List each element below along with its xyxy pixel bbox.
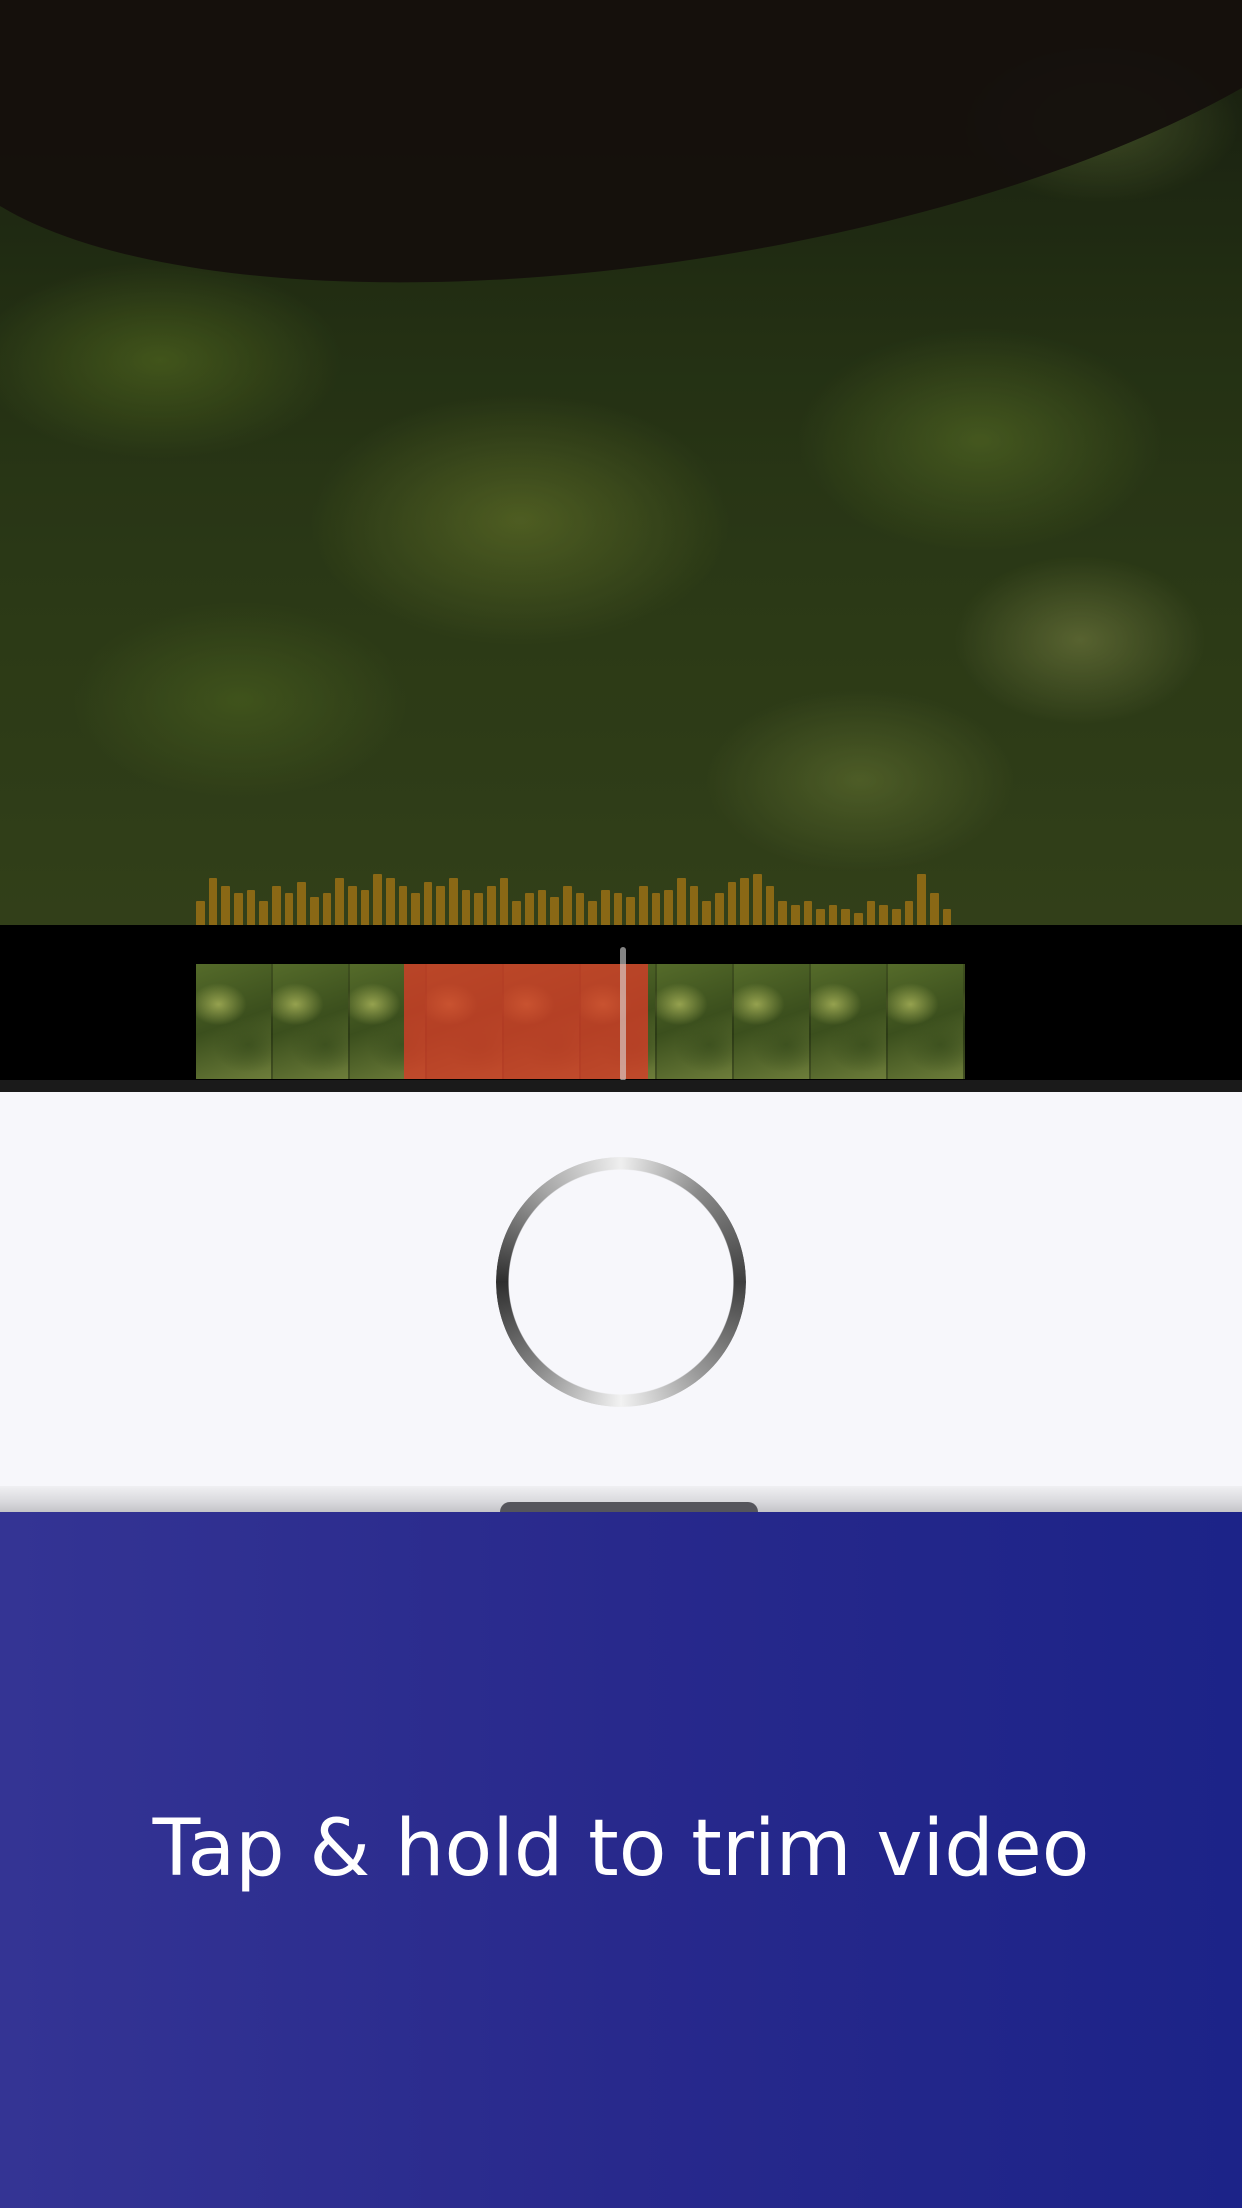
thumbnail-frame	[734, 964, 812, 1079]
thumbnail-frame	[272, 964, 350, 1079]
record-ring-icon[interactable]	[496, 1157, 746, 1407]
timeline-divider	[0, 1080, 1242, 1092]
thumbnail-frame	[888, 964, 965, 1079]
video-shade-overlay	[0, 0, 1242, 925]
video-preview	[0, 0, 1242, 925]
video-trim-screen: Tap & hold to trim video	[0, 0, 1242, 2208]
playhead-handle[interactable]	[620, 947, 626, 1081]
thumbnail-frame	[811, 964, 889, 1079]
thumbnail-frame	[196, 964, 273, 1079]
trim-selection-range[interactable]	[404, 964, 648, 1079]
hint-banner: Tap & hold to trim video	[0, 1512, 1242, 2208]
hint-text: Tap & hold to trim video	[152, 1804, 1090, 1894]
thumbnail-frame	[657, 964, 735, 1079]
record-panel	[0, 1092, 1242, 1512]
timeline-strip[interactable]	[0, 925, 1242, 1092]
